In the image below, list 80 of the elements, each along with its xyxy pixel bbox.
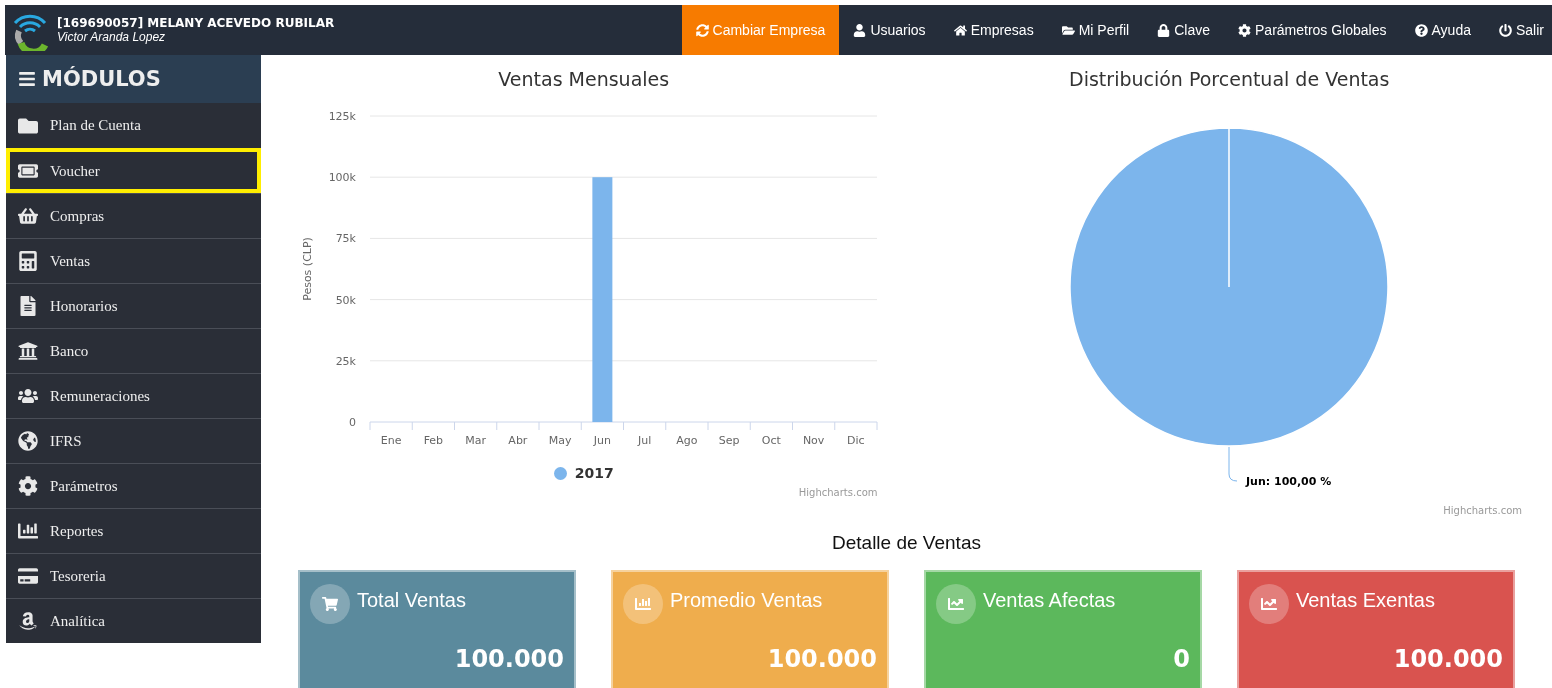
- document-icon: [18, 296, 38, 316]
- axis-tick-label: Ene: [381, 434, 402, 447]
- axis-tick-label: Abr: [508, 434, 528, 447]
- sidebar-item[interactable]: Banco: [6, 328, 261, 373]
- account-name: [169690057] MELANY ACEVEDO RUBILAR: [57, 16, 335, 30]
- sidebar-item[interactable]: Plan de Cuenta: [6, 103, 261, 148]
- nav-link[interactable]: Mi Perfil: [1047, 5, 1144, 55]
- axis-tick-label: 75k: [335, 232, 357, 246]
- settings-icon: [1238, 23, 1251, 37]
- card-title: Ventas Afectas: [983, 588, 1116, 612]
- sidebar-item[interactable]: Parámetros: [6, 463, 261, 508]
- menu-icon: [18, 70, 36, 88]
- lock-icon: [1157, 23, 1171, 37]
- leader-line: [1228, 446, 1238, 482]
- chart-title: Distribución Porcentual de Ventas: [1069, 67, 1390, 92]
- axis-tick-label: 0: [349, 416, 357, 429]
- card-value: 100.000: [454, 645, 564, 673]
- sidebar-item[interactable]: Voucher: [6, 148, 261, 193]
- axis-tick-label: 100k: [328, 171, 357, 185]
- chart-title: Ventas Mensuales: [498, 67, 670, 92]
- credit-card-icon: [18, 566, 38, 586]
- axis-tick-label: Ago: [676, 434, 698, 447]
- card-title: Total Ventas: [357, 588, 466, 612]
- sidebar-item[interactable]: IFRS: [6, 418, 261, 463]
- sidebar-item[interactable]: Remuneraciones: [6, 373, 261, 418]
- sidebar-item[interactable]: Analítica: [6, 598, 261, 643]
- bar-chart-icon: [18, 521, 38, 541]
- home-icon: [953, 23, 967, 37]
- help-icon: [1414, 23, 1428, 37]
- nav-link[interactable]: Parámetros Globales: [1224, 5, 1401, 55]
- axis-tick-label: Feb: [423, 434, 444, 447]
- sidebar-item[interactable]: Ventas: [6, 238, 261, 283]
- axis-tick-label: Jun: [594, 434, 612, 447]
- letter-a-icon: [18, 611, 38, 631]
- folder-icon: [1061, 23, 1075, 37]
- card-title: Promedio Ventas: [670, 588, 823, 612]
- calculator-icon: [18, 251, 38, 271]
- axis-tick-label: Dic: [847, 434, 865, 447]
- globe-icon: [18, 431, 38, 451]
- card-value: 0: [1173, 645, 1190, 673]
- axis-tick-label: Oct: [762, 434, 782, 447]
- nav-link[interactable]: Ayuda: [1400, 5, 1485, 55]
- sidebar-item[interactable]: Compras: [6, 193, 261, 238]
- axis-tick-label: Nov: [803, 434, 825, 447]
- refresh-icon: [695, 23, 709, 37]
- axis-tick-label: 125k: [328, 110, 357, 123]
- axis-tick-label: Jul: [638, 434, 652, 447]
- data-label: Jun: 100,00 %: [1245, 475, 1332, 488]
- chart-legend[interactable]: 2017: [553, 461, 614, 485]
- nav-link[interactable]: Salir: [1485, 5, 1552, 55]
- power-icon: [1499, 23, 1512, 37]
- cart-icon: [310, 584, 350, 624]
- axis-tick-label: Sep: [719, 434, 740, 447]
- axis-tick-label: Mar: [465, 434, 487, 447]
- user-name: Victor Aranda Lopez: [57, 30, 167, 44]
- axis-tick-label: May: [549, 434, 572, 447]
- card-value: 100.000: [1393, 645, 1503, 673]
- sidebar-item[interactable]: Reportes: [6, 508, 261, 553]
- user-icon: [853, 23, 867, 37]
- line-chart-icon: [936, 584, 976, 624]
- nav-link[interactable]: Usuarios: [839, 5, 940, 55]
- axis-tick-label: 25k: [335, 354, 357, 368]
- ticket-icon: [18, 161, 38, 181]
- sidebar-title: MÓDULOS: [42, 67, 161, 91]
- nav-link[interactable]: Clave: [1143, 5, 1224, 55]
- card-title: Ventas Exentas: [1296, 588, 1435, 612]
- basket-icon: [18, 206, 38, 226]
- bank-icon: [18, 341, 38, 361]
- legend-dot: [553, 466, 567, 480]
- axis-tick-label: 50k: [335, 293, 357, 307]
- line-chart-icon: [1249, 584, 1289, 624]
- section-title: Detalle de Ventas: [831, 532, 982, 554]
- axis-title: Pesos (CLP): [301, 237, 315, 301]
- settings-icon: [18, 476, 38, 496]
- card-value: 100.000: [767, 645, 877, 673]
- nav-link[interactable]: Empresas: [939, 5, 1048, 55]
- bar-chart-icon: [623, 584, 663, 624]
- sidebar-item[interactable]: Tesoreria: [6, 553, 261, 598]
- sidebar-item[interactable]: Honorarios: [6, 283, 261, 328]
- people-icon: [18, 386, 38, 406]
